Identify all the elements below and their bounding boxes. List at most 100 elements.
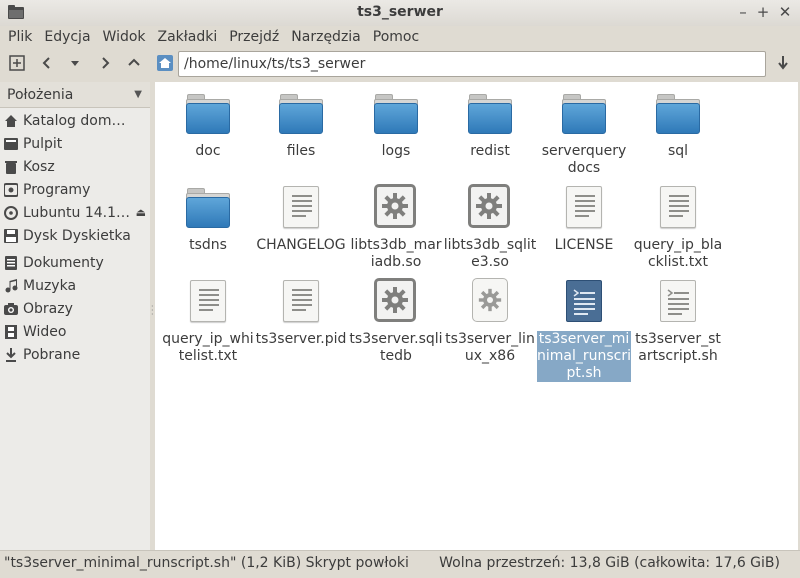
gear-icon (468, 184, 512, 228)
go-button[interactable] (772, 52, 794, 74)
title-bar[interactable]: ts3_serwer – + ✕ (0, 0, 800, 26)
sidebar-item-label: Dysk Dyskietka (23, 228, 131, 244)
sidebar-item-label: Dokumenty (23, 255, 104, 271)
desktop-icon (4, 138, 18, 150)
file-name: serverquery docs (541, 143, 627, 176)
cdrom-icon (4, 206, 18, 220)
sidebar-item-cdrom[interactable]: Lubuntu 14.1… ⏏ (0, 202, 150, 224)
sidebar-mode-select[interactable]: Położenia ▼ (0, 82, 150, 108)
window-title: ts3_serwer (357, 4, 443, 20)
chevron-down-icon: ▼ (134, 89, 142, 100)
file-name: redist (470, 143, 510, 159)
status-bar: "ts3server_minimal_runscript.sh" (1,2 Ki… (0, 550, 800, 578)
download-icon (6, 348, 16, 362)
sidebar: Katalog dom… Pulpit Kosz Programy Lubunt… (0, 108, 150, 550)
file-name: libts3db_mariadb.so (350, 237, 442, 270)
menu-edit[interactable]: Edycja (38, 26, 96, 50)
splitter-grip-icon: · · · (151, 302, 154, 319)
file-name: sql (667, 143, 689, 159)
file-name: tsdns (189, 237, 227, 253)
documents-icon (5, 256, 17, 270)
sidebar-item-trash[interactable]: Kosz (0, 156, 150, 178)
forward-button[interactable] (94, 52, 116, 74)
sidebar-item-documents[interactable]: Dokumenty (0, 252, 150, 274)
new-tab-icon (9, 55, 25, 71)
eject-icon[interactable]: ⏏ (136, 202, 146, 224)
up-button[interactable] (123, 52, 145, 74)
sidebar-item-video[interactable]: Wideo (0, 321, 150, 343)
sidebar-header-label: Położenia (7, 87, 74, 103)
sidebar-item-label: Pobrane (23, 347, 81, 363)
sidebar-item-label: Muzyka (23, 278, 77, 294)
sidebar-item-pictures[interactable]: Obrazy (0, 298, 150, 320)
sidebar-item-music[interactable]: Muzyka (0, 275, 150, 297)
sidebar-item-label: Programy (23, 182, 91, 198)
text-file-icon (279, 184, 323, 228)
sidebar-item-label: Katalog dom… (23, 113, 126, 129)
applications-icon (4, 183, 18, 197)
file-name: ts3server.sqlitedb (349, 331, 443, 364)
shell-script-icon (656, 278, 700, 322)
file-name: LICENSE (554, 237, 614, 253)
text-file-icon (186, 278, 230, 322)
file-name: doc (195, 143, 221, 159)
new-tab-button[interactable] (6, 52, 28, 74)
trash-icon (5, 161, 17, 174)
menu-bookmarks[interactable]: Zakładki (152, 26, 224, 50)
shell-script-icon (562, 278, 606, 322)
maximize-button[interactable]: + (753, 2, 773, 22)
sidebar-item-home[interactable]: Katalog dom… (0, 110, 150, 132)
home-icon (5, 115, 17, 127)
menu-bar: Plik Edycja Widok Zakładki Przejdź Narzę… (0, 26, 800, 50)
sidebar-item-label: Obrazy (23, 301, 73, 317)
free-space-info: Wolna przestrzeń: 13,8 GiB (całkowita: 1… (439, 555, 780, 571)
folder-icon (186, 90, 230, 134)
menu-file[interactable]: Plik (2, 26, 38, 50)
file-name: ts3server_startscript.sh (635, 331, 721, 364)
close-button[interactable]: ✕ (775, 2, 795, 22)
file-name: logs (381, 143, 411, 159)
file-name: libts3db_sqlite3.so (443, 237, 537, 270)
selection-info: "ts3server_minimal_runscript.sh" (1,2 Ki… (4, 555, 409, 571)
arrow-left-icon (42, 57, 50, 69)
minimize-button[interactable]: – (733, 2, 753, 22)
gear-icon (374, 278, 418, 322)
sidebar-item-desktop[interactable]: Pulpit (0, 133, 150, 155)
location-bar[interactable]: /home/linux/ts/ts3_serwer (178, 51, 766, 77)
sidebar-item-label: Wideo (23, 324, 67, 340)
menu-tools[interactable]: Narzędzia (285, 26, 366, 50)
file-name: query_ip_blacklist.txt (633, 237, 723, 270)
camera-icon (4, 303, 18, 315)
film-icon (5, 325, 17, 339)
text-file-icon (279, 278, 323, 322)
arrow-up-icon (128, 58, 140, 66)
home-icon (157, 55, 173, 71)
file-name: query_ip_whitelist.txt (162, 331, 254, 364)
music-icon (5, 279, 18, 293)
sidebar-item-downloads[interactable]: Pobrane (0, 344, 150, 366)
history-dropdown-button[interactable] (64, 52, 86, 74)
sidebar-item-label: Pulpit (23, 136, 63, 152)
folder-icon (656, 90, 700, 134)
sidebar-item-floppy[interactable]: Dysk Dyskietka (0, 225, 150, 247)
folder-icon (562, 90, 606, 134)
text-file-icon (656, 184, 700, 228)
floppy-icon (4, 229, 18, 243)
sidebar-item-label: Lubuntu 14.1… (23, 205, 131, 221)
file-name: CHANGELOG (256, 237, 346, 253)
menu-go[interactable]: Przejdź (223, 26, 285, 50)
executable-gear-icon (468, 278, 512, 322)
file-view[interactable]: doc files logs redist serverquery docs s… (155, 82, 798, 550)
home-button[interactable] (154, 52, 176, 74)
text-file-icon (562, 184, 606, 228)
sidebar-item-applications[interactable]: Programy (0, 179, 150, 201)
gear-icon (374, 184, 418, 228)
folder-icon (374, 90, 418, 134)
menu-help[interactable]: Pomoc (367, 26, 425, 50)
folder-icon (468, 90, 512, 134)
menu-view[interactable]: Widok (97, 26, 152, 50)
go-arrow-icon (778, 56, 788, 70)
back-button[interactable] (36, 52, 58, 74)
chevron-down-icon (71, 61, 79, 66)
file-name: files (286, 143, 316, 159)
